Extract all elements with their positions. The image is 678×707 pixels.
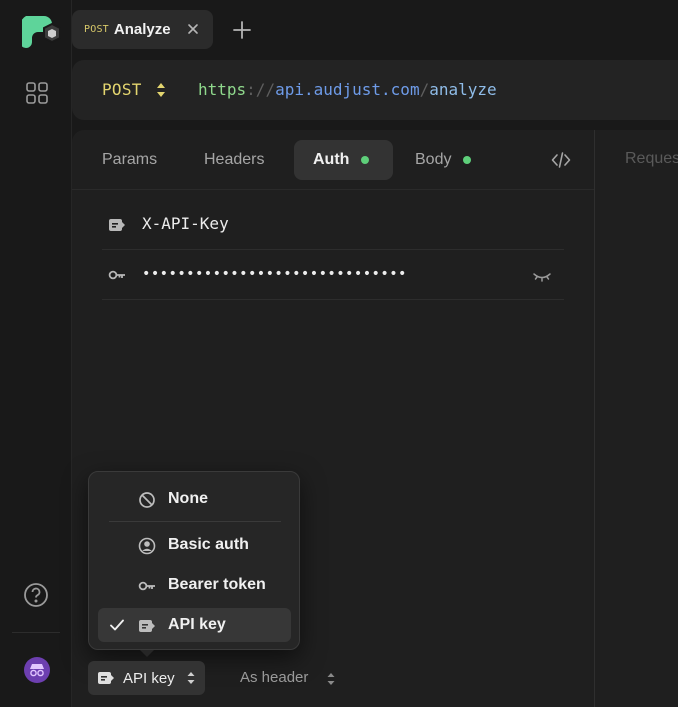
tab-body[interactable]: Body [415,140,472,180]
url-separator: :// [246,80,276,99]
close-icon[interactable] [185,21,201,37]
key-icon [138,577,156,595]
tab-auth-label: Auth [313,151,350,168]
new-tab-plus-icon[interactable] [232,20,252,40]
workspace-grid-icon[interactable] [24,80,50,106]
sort-icon [186,671,196,685]
auth-active-dot [361,156,370,164]
sidebar-divider [12,632,60,633]
request-tab-analyze[interactable]: POST Analyze [72,10,213,49]
menu-item-none[interactable]: None [98,482,291,516]
auth-type-select[interactable]: API key [88,661,205,695]
tab-headers-label: Headers [204,151,265,168]
ban-icon [138,491,156,509]
sort-icon [326,672,336,686]
tag-icon [97,669,115,687]
menu-item-api-key[interactable]: API key [98,608,291,642]
help-icon[interactable] [22,581,50,609]
tag-icon [138,617,156,635]
key-icon [108,266,126,284]
tab-params[interactable]: Params [102,140,157,180]
panel-divider [594,130,595,707]
checkmark-icon [109,618,125,632]
user-avatar[interactable] [24,657,50,683]
auth-type-menu: None Basic auth Bearer token API key [88,471,300,650]
api-key-name-field[interactable]: X-API-Key [142,214,229,233]
url-path: analyze [429,80,497,99]
menu-item-basic-auth[interactable]: Basic auth [98,528,291,562]
response-tab[interactable]: Reques [625,150,678,168]
url-bar: POST https://api.audjust.com/analyze [72,60,678,120]
menu-item-api-key-label: API key [168,616,226,633]
menu-item-none-label: None [168,490,208,507]
eye-closed-icon[interactable] [532,268,552,284]
tab-name-label: Analyze [113,21,171,38]
auth-type-label: API key [123,669,175,687]
menu-item-basic-auth-label: Basic auth [168,536,249,553]
url-host: api.audjust.com [275,80,420,99]
user-circle-icon [138,537,156,555]
tag-icon [108,216,126,234]
auth-placement-select[interactable]: As header [240,669,335,686]
incognito-icon [30,664,44,677]
tab-params-label: Params [102,151,158,168]
url-scheme: https [198,80,247,99]
url-input[interactable]: https://api.audjust.com/analyze [198,80,497,99]
left-sidebar [0,0,72,707]
code-icon[interactable] [551,150,571,170]
auth-placement-label: As header [240,669,309,686]
panel-header-divider [72,189,594,190]
api-key-value-row[interactable]: •••••••••••••••••••••••••••••• [102,250,564,300]
api-key-value-field[interactable]: •••••••••••••••••••••••••••••• [142,266,407,282]
body-active-dot [463,156,472,164]
menu-item-bearer-token[interactable]: Bearer token [98,568,291,602]
tab-method-label: POST [84,24,109,35]
app-logo[interactable] [19,14,64,52]
menu-pointer [140,650,154,657]
api-key-name-row[interactable]: X-API-Key [102,200,564,250]
menu-divider [109,521,281,522]
tab-auth[interactable]: Auth [294,140,393,180]
url-slash: / [419,80,430,99]
http-method-select[interactable]: POST [102,80,142,99]
tab-body-label: Body [415,151,452,168]
menu-item-bearer-token-label: Bearer token [168,576,266,593]
method-sort-icon[interactable] [156,82,166,98]
tab-headers[interactable]: Headers [204,140,264,180]
